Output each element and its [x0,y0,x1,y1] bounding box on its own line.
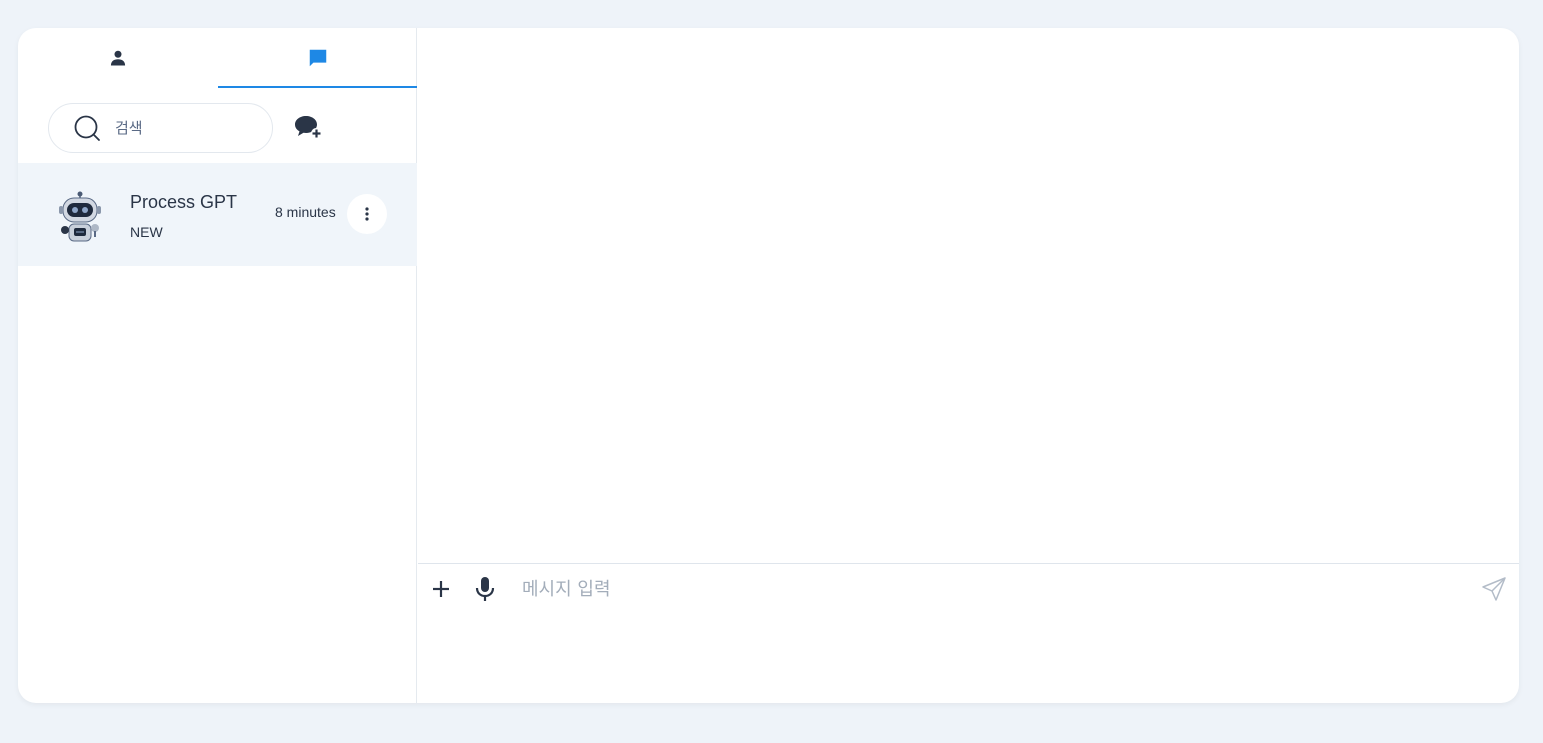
sidebar-tabs [18,28,417,88]
new-chat-button[interactable] [292,112,324,142]
search-icon [74,115,100,141]
chat-icon [309,49,326,67]
more-vertical-icon [365,207,369,221]
message-input[interactable] [522,572,1462,606]
search-box[interactable] [48,103,273,153]
chat-add-icon [295,116,322,139]
tab-chats[interactable] [218,28,417,88]
chat-timestamp: 8 minutes [275,204,336,220]
send-icon [1482,577,1506,601]
chat-sidebar: Process GPT NEW 8 minutes [18,28,417,703]
chat-list-item[interactable]: Process GPT NEW 8 minutes [18,163,417,266]
chat-status: NEW [130,224,163,240]
message-area [418,28,1519,563]
chat-app-card: Process GPT NEW 8 minutes [18,28,1519,703]
message-composer [418,563,1519,703]
robot-avatar [59,191,101,242]
person-icon [110,50,126,66]
search-input[interactable] [115,113,255,143]
voice-input-button[interactable] [470,574,500,604]
attach-button[interactable] [426,574,456,604]
plus-icon [433,581,449,597]
tab-profile[interactable] [18,28,218,88]
chat-more-button[interactable] [347,194,387,234]
microphone-icon [475,577,495,601]
send-button[interactable] [1479,574,1509,604]
chat-name: Process GPT [130,192,238,212]
chat-main [418,28,1519,703]
